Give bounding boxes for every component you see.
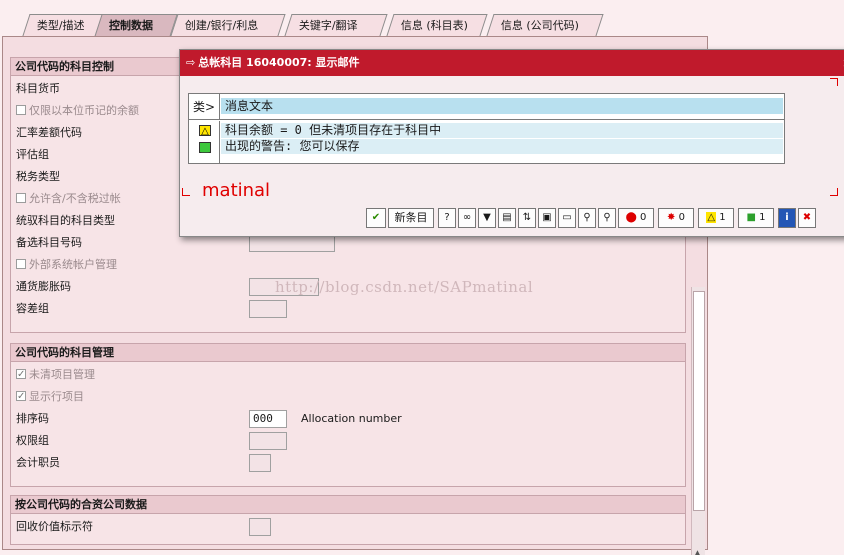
tab-label: 类型/描述	[36, 19, 85, 32]
tab-create-bank-interest[interactable]: 创建/银行/利息	[170, 14, 286, 36]
field-label-recovery-indicator: 回收价值标示符	[16, 520, 93, 533]
success-square-icon: ■	[199, 142, 211, 154]
watermark-text: http://blog.csdn.net/SAPmatinal	[275, 278, 534, 296]
signature-corner-right	[830, 188, 838, 196]
help-icon[interactable]: ?	[438, 208, 456, 228]
warning-icon: △	[706, 212, 717, 223]
field-label-alternative-account: 备选科目号码	[16, 236, 82, 249]
tab-label: 控制数据	[109, 19, 153, 32]
find-next-icon[interactable]: ⚲	[598, 208, 616, 228]
signature-corner-left	[182, 188, 190, 196]
stop-icon: ⬤	[625, 212, 637, 223]
dialog-title: 总帐科目 16040007: 显示邮件	[198, 56, 360, 69]
tab-label: 关键字/翻译	[298, 19, 358, 32]
tab-type-description[interactable]: 类型/描述	[22, 14, 106, 36]
success-icon: ■	[746, 212, 756, 223]
checkbox-label: 显示行项目	[29, 390, 84, 403]
signature-text: matinal	[202, 180, 271, 201]
tab-info-chart-of-accounts[interactable]: 信息 (科目表)	[386, 14, 488, 36]
display-message-icon: ⇨	[186, 56, 196, 69]
message-dialog: ⇨总帐科目 16040007: 显示邮件 × 类> 消息文本 △ ■ 科目余额 …	[179, 49, 844, 237]
cancel-icon[interactable]: ✖	[798, 208, 816, 228]
field-label-inflation-key: 通货膨胀码	[16, 280, 71, 293]
tab-strip: 类型/描述 控制数据 创建/银行/利息 关键字/翻译 信息 (科目表) 信息 (…	[14, 14, 714, 37]
group-title: 按公司代码的合资公司数据	[11, 496, 685, 514]
vertical-scrollbar[interactable]: ▲ ▼	[691, 287, 705, 555]
dialog-title-bar: ⇨ 总帐科目 16040007: 显示邮件	[180, 50, 844, 76]
field-label-authorization-group: 权限组	[16, 434, 49, 447]
checkbox-label: 仅限以本位币记的余额	[29, 104, 139, 117]
error-count: 0	[678, 212, 685, 223]
field-label-account-currency: 科目货币	[16, 82, 60, 95]
field-label-recon-account-type: 统驭科目的科目类型	[16, 214, 115, 227]
find-icon[interactable]: ⚲	[578, 208, 596, 228]
checkbox-open-item-management[interactable]: 未清项目管理	[16, 366, 95, 384]
checkbox-label: 未清项目管理	[29, 368, 95, 381]
filter-icon[interactable]: ▼	[478, 208, 496, 228]
tab-control-data[interactable]: 控制数据	[94, 14, 178, 37]
column-header-message-text[interactable]: 消息文本	[221, 98, 783, 114]
checkbox-box[interactable]	[16, 193, 26, 203]
accounting-clerk-input[interactable]	[249, 454, 271, 472]
message-table: 类> 消息文本 △ ■ 科目余额 = 0 但未清项目存在于科目中 出现的警告: …	[188, 93, 785, 164]
group-joint-venture-data: 按公司代码的合资公司数据 回收价值标示符	[10, 495, 686, 545]
checkbox-box[interactable]	[16, 105, 26, 115]
field-label-valuation-group: 评估组	[16, 148, 49, 161]
sort-key-input[interactable]: 000	[249, 410, 287, 428]
sort-key-description: Allocation number	[301, 412, 402, 425]
stop-count: 0	[640, 212, 647, 223]
column-header-type[interactable]: 类>	[189, 94, 220, 120]
export-icon[interactable]: ▣	[538, 208, 556, 228]
print-icon[interactable]: ▤	[498, 208, 516, 228]
field-label-accounting-clerk: 会计职员	[16, 456, 60, 469]
field-label-tax-category: 税务类型	[16, 170, 60, 183]
message-row[interactable]: 出现的警告: 您可以保存	[221, 139, 783, 154]
warning-messages-filter[interactable]: △ 1	[698, 208, 734, 228]
message-table-body: △ ■ 科目余额 = 0 但未清项目存在于科目中 出现的警告: 您可以保存	[189, 121, 784, 164]
field-label-tolerance-group: 容差组	[16, 302, 49, 315]
warning-triangle-icon: △	[199, 125, 211, 137]
checkbox-box[interactable]	[16, 388, 26, 406]
success-count: 1	[759, 212, 766, 223]
tab-label: 创建/银行/利息	[184, 19, 259, 32]
info-icon[interactable]: i	[778, 208, 796, 228]
save-list-icon[interactable]: ▭	[558, 208, 576, 228]
checkbox-posting-without-tax[interactable]: 允许含/不含税过帐	[16, 190, 121, 208]
message-row[interactable]: 科目余额 = 0 但未清项目存在于科目中	[221, 123, 783, 138]
checkbox-line-item-display[interactable]: 显示行项目	[16, 388, 84, 406]
tolerance-group-input[interactable]	[249, 300, 287, 318]
stop-messages-filter[interactable]: ⬤ 0	[618, 208, 654, 228]
error-icon: ✸	[667, 212, 676, 223]
sort-icon[interactable]: ⇅	[518, 208, 536, 228]
signature-corner-top-right	[830, 78, 838, 86]
field-label-exchange-diff-key: 汇率差额代码	[16, 126, 82, 139]
technical-info-icon[interactable]: ∞	[458, 208, 476, 228]
checkbox-label: 外部系统帐户管理	[29, 258, 117, 271]
checkbox-box[interactable]	[16, 366, 26, 384]
tab-info-company-code[interactable]: 信息 (公司代码)	[486, 14, 604, 36]
checkbox-balance-local-currency[interactable]: 仅限以本位币记的余额	[16, 102, 139, 120]
tab-label: 信息 (公司代码)	[500, 19, 579, 32]
checkbox-box[interactable]	[16, 259, 26, 269]
group-title: 公司代码的科目管理	[11, 344, 685, 362]
tab-keyword-translation[interactable]: 关键字/翻译	[284, 14, 388, 36]
success-messages-filter[interactable]: ■ 1	[738, 208, 774, 228]
new-entry-button[interactable]: 新条目	[388, 208, 434, 228]
tab-label: 信息 (科目表)	[400, 19, 468, 32]
scrollbar-thumb[interactable]	[693, 291, 705, 511]
warning-count: 1	[719, 212, 726, 223]
authorization-group-input[interactable]	[249, 432, 287, 450]
group-account-management: 公司代码的科目管理 未清项目管理 显示行项目 排序码 000 Allocatio…	[10, 343, 686, 487]
field-label-sort-key: 排序码	[16, 412, 49, 425]
confirm-check-icon[interactable]: ✔	[366, 208, 386, 228]
error-messages-filter[interactable]: ✸ 0	[658, 208, 694, 228]
recovery-indicator-input[interactable]	[249, 518, 271, 536]
checkbox-external-system-mgmt[interactable]: 外部系统帐户管理	[16, 256, 117, 274]
message-table-header: 类> 消息文本	[189, 94, 784, 120]
checkbox-label: 允许含/不含税过帐	[29, 192, 121, 205]
type-column: △ ■	[189, 121, 220, 164]
scroll-up-icon[interactable]: ▲	[694, 549, 701, 555]
